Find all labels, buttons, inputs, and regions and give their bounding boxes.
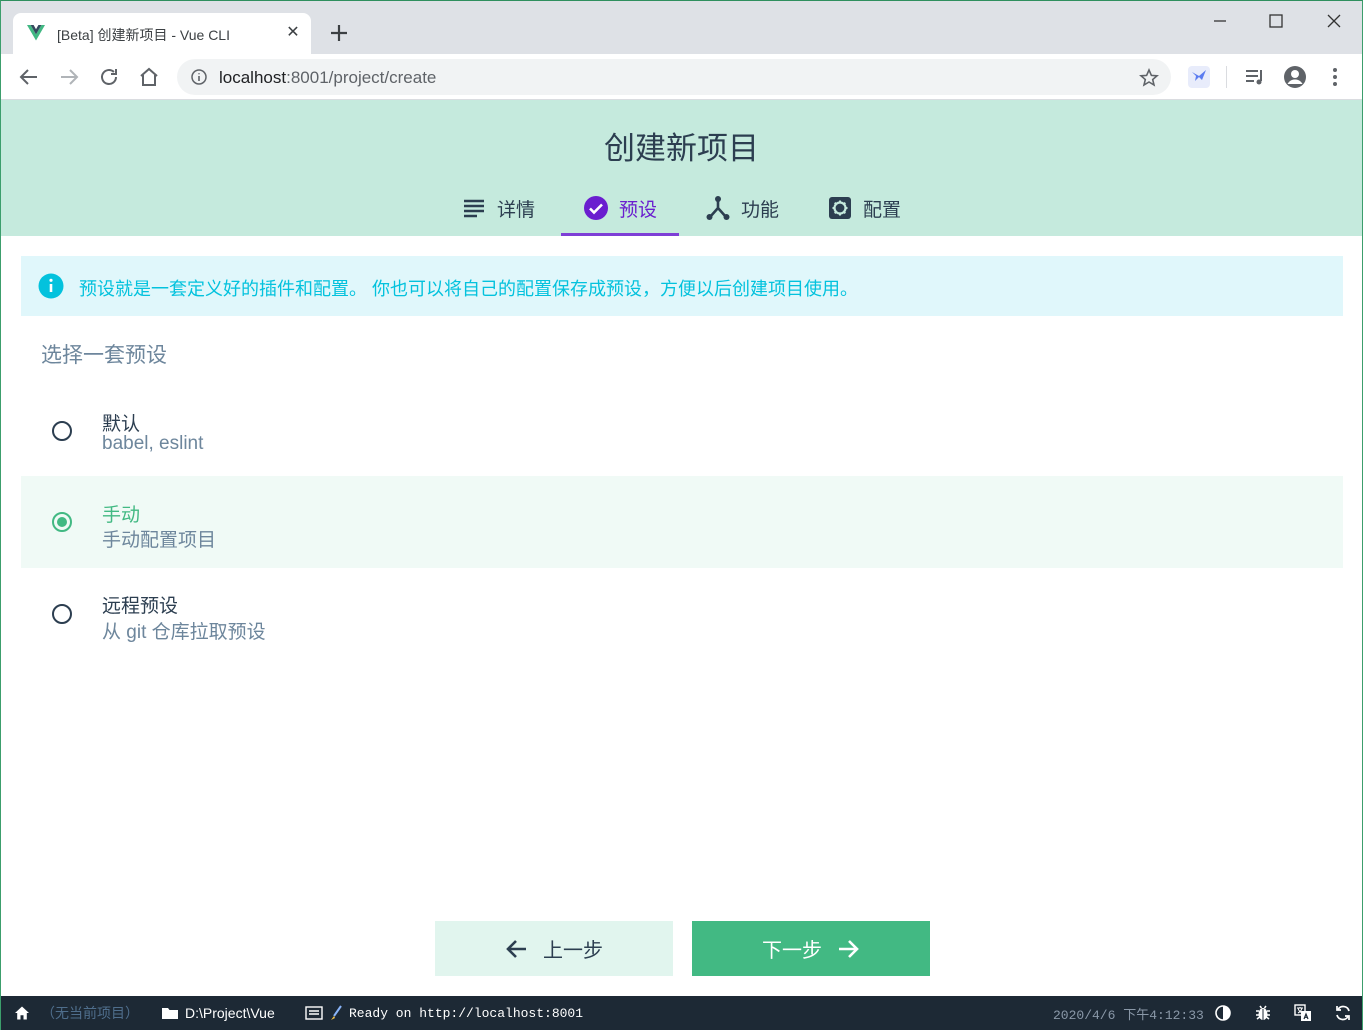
preset-option-remote[interactable]: 远程预设 从 git 仓库拉取预设 (21, 568, 1343, 660)
arrow-left-icon (506, 939, 526, 958)
home-icon[interactable] (137, 65, 161, 89)
step-tabs: 详情 预设 功能 配置 (1, 180, 1362, 236)
reload-icon[interactable] (97, 65, 121, 89)
address-bar[interactable]: localhost:8001/project/create (177, 59, 1171, 95)
next-step-button[interactable]: 下一步 (692, 921, 930, 976)
settings-icon (829, 197, 851, 219)
site-info-icon[interactable] (191, 69, 207, 85)
preset-name: 远程预设 (102, 596, 179, 617)
no-project-text: （无当前项目） (41, 1005, 139, 1021)
section-title: 选择一套预设 (41, 344, 167, 367)
tab-config[interactable]: 配置 (827, 180, 901, 236)
preset-description: babel, eslint (102, 433, 204, 454)
preset-option-default[interactable]: 默认 babel, eslint (21, 385, 1343, 477)
preset-description: 手动配置项目 (102, 530, 217, 551)
tab-presets[interactable]: 预设 (560, 180, 680, 236)
log-status-item[interactable]: Ready on http://localhost:8001 (305, 996, 583, 1030)
log-message: Ready on http://localhost:8001 (349, 1005, 584, 1021)
clock-status-item: 2020/4/6 下午4:12:33 (1053, 996, 1204, 1030)
back-icon[interactable] (17, 65, 41, 89)
radio-button[interactable] (52, 604, 72, 624)
status-bar: （无当前项目） D:\Project\Vue Ready on http://l… (1, 996, 1362, 1030)
list-icon (464, 199, 484, 218)
tab-presets-label: 预设 (619, 199, 658, 221)
tab-features[interactable]: 功能 (705, 180, 779, 236)
more-menu-icon[interactable] (1323, 65, 1347, 89)
radio-button-selected[interactable] (52, 512, 72, 532)
vue-logo-icon (27, 25, 45, 41)
tab-features-label: 功能 (741, 199, 780, 221)
date-time: 2020/4/6 下午4:12:33 (1053, 1007, 1204, 1023)
tab-close-icon[interactable]: ✕ (283, 23, 303, 43)
bug-report-icon[interactable] (1254, 1004, 1272, 1022)
preset-name: 默认 (102, 414, 141, 435)
extension-icon[interactable] (1187, 65, 1211, 89)
tab-title: [Beta] 创建新项目 - Vue CLI (57, 27, 230, 43)
info-icon (38, 273, 64, 299)
profile-avatar-icon[interactable] (1283, 65, 1307, 89)
info-banner: 预设就是一套定义好的插件和配置。 你也可以将自己的配置保存成预设，方便以后创建项… (21, 256, 1343, 316)
radio-button[interactable] (52, 421, 72, 441)
forward-icon[interactable] (57, 65, 81, 89)
app-header: 创建新项目 详情 预设 功能 配置 (1, 100, 1362, 236)
folder-status-item[interactable]: D:\Project\Vue (161, 996, 275, 1030)
toolbar-divider (1226, 66, 1227, 88)
new-tab-icon[interactable] (327, 21, 351, 45)
bookmark-star-icon[interactable] (1139, 68, 1159, 88)
previous-step-label: 上一步 (543, 940, 603, 962)
fork-icon (706, 196, 730, 220)
folder-path: D:\Project\Vue (185, 1005, 275, 1021)
refresh-icon[interactable] (1334, 1004, 1352, 1022)
tab-strip: [Beta] 创建新项目 - Vue CLI ✕ (1, 1, 1362, 54)
next-step-label: 下一步 (762, 940, 822, 962)
browser-toolbar: localhost:8001/project/create (1, 54, 1362, 100)
maximize-icon[interactable] (1262, 9, 1290, 33)
home-status-item[interactable]: （无当前项目） (13, 996, 139, 1030)
minimize-icon[interactable] (1206, 9, 1234, 33)
home-icon (15, 1006, 29, 1020)
preset-option-manual[interactable]: 手动 手动配置项目 (21, 476, 1343, 568)
page-title: 创建新项目 (604, 131, 759, 166)
browser-tab[interactable]: [Beta] 创建新项目 - Vue CLI ✕ (13, 13, 311, 54)
brush-icon (331, 1005, 342, 1020)
tab-config-label: 配置 (863, 199, 902, 221)
check-circle-icon (584, 196, 608, 220)
info-text: 预设就是一套定义好的插件和配置。 你也可以将自己的配置保存成预设，方便以后创建项… (79, 279, 858, 299)
close-window-icon[interactable] (1320, 9, 1348, 33)
folder-icon (162, 1008, 178, 1019)
url-text[interactable]: localhost:8001/project/create (219, 68, 436, 88)
preset-name: 手动 (102, 505, 141, 526)
previous-step-button[interactable]: 上一步 (435, 921, 673, 976)
browser-window: [Beta] 创建新项目 - Vue CLI ✕ localhost:8001/… (0, 0, 1363, 1030)
translate-icon[interactable] (1294, 1004, 1312, 1022)
media-queue-icon[interactable] (1243, 65, 1267, 89)
console-icon (305, 1006, 323, 1020)
preset-description: 从 git 仓库拉取预设 (102, 622, 266, 643)
dark-mode-icon[interactable] (1214, 1004, 1232, 1022)
tab-details-label: 详情 (497, 199, 536, 221)
arrow-right-icon (839, 939, 859, 958)
tab-details[interactable]: 详情 (461, 180, 535, 236)
